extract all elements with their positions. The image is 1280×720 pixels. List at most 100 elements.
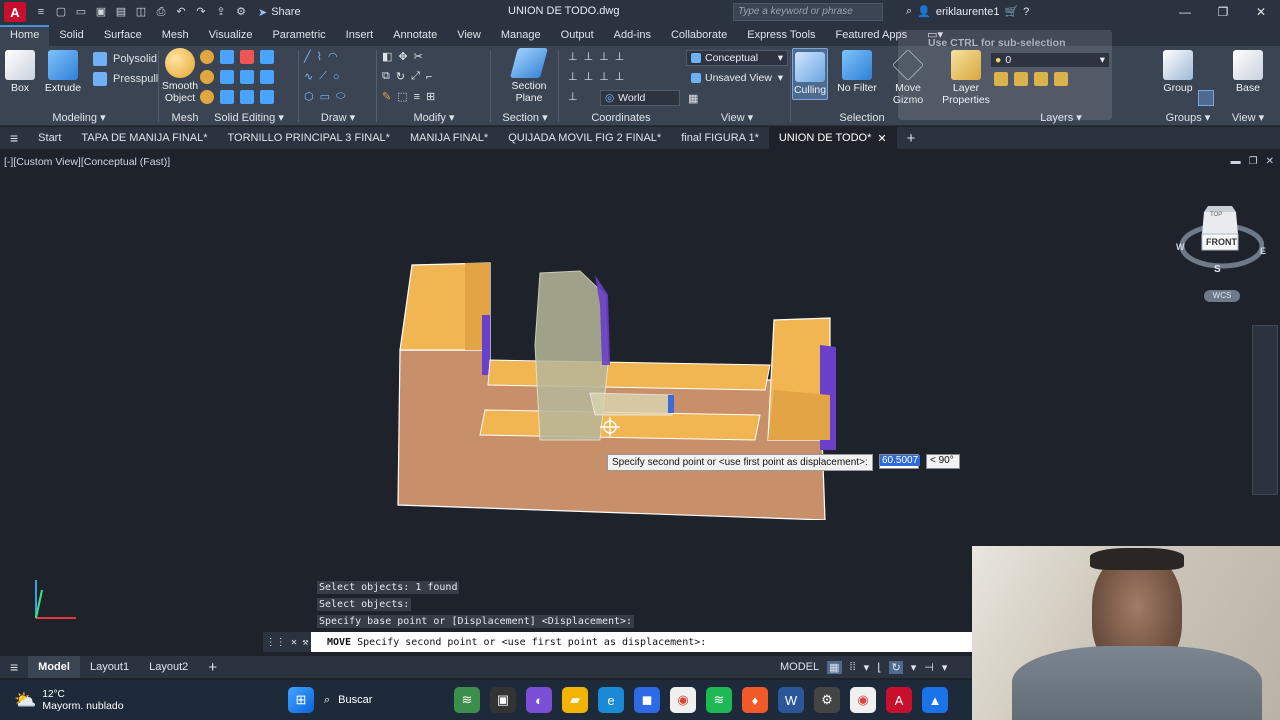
redo-icon[interactable]: ↷	[194, 5, 208, 19]
named-view-select[interactable]: Unsaved View ▾	[686, 70, 788, 86]
chrome-profile-icon[interactable]: ◉	[850, 687, 876, 713]
save-icon[interactable]: ▣	[94, 5, 108, 19]
move-icon[interactable]: ✥	[398, 50, 407, 63]
vp-minimize-icon[interactable]: ▬	[1231, 156, 1241, 167]
3dpoly-icon[interactable]: ⟋	[319, 70, 327, 83]
layout-menu-icon[interactable]: ≡	[0, 656, 28, 678]
print-icon[interactable]: ⎙	[154, 5, 168, 19]
chrome-icon[interactable]: ◉	[670, 687, 696, 713]
tab-addins[interactable]: Add-ins	[604, 25, 661, 46]
osnap-icon[interactable]: ⊣	[924, 661, 934, 674]
customize-icon[interactable]: ⚒	[302, 637, 308, 648]
widget-app-icon[interactable]: ≋	[454, 687, 480, 713]
tab-parametric[interactable]: Parametric	[262, 25, 335, 46]
spotify-icon[interactable]: ≋	[706, 687, 732, 713]
navigation-bar[interactable]	[1252, 325, 1278, 495]
weather-widget[interactable]: ⛅ 12°C Mayorm. nublado	[14, 689, 124, 712]
viewport-controls-label[interactable]: [-][Custom View][Conceptual (Fast)]	[4, 156, 170, 168]
tab-layout2[interactable]: Layout2	[139, 656, 198, 678]
menu-icon[interactable]: ≡	[34, 5, 48, 19]
polyline-icon[interactable]: ⌇	[317, 50, 322, 63]
file-tab[interactable]: MANIJA FINAL*	[400, 127, 498, 149]
share-drawing-icon[interactable]: ⇪	[214, 5, 228, 19]
3d-model[interactable]	[390, 255, 850, 520]
command-line[interactable]: ⋮⋮ ✕ ⚒ MOVE Specify second point or <use…	[263, 632, 972, 652]
shell-icon[interactable]	[260, 50, 274, 64]
layer-tool-icon[interactable]	[1034, 72, 1048, 86]
base-button[interactable]: Base	[1226, 50, 1270, 94]
interfere-icon[interactable]	[240, 50, 254, 64]
compass-e[interactable]: E	[1260, 246, 1266, 256]
task-view-icon[interactable]: ▣	[490, 687, 516, 713]
erase-icon[interactable]: ✎	[382, 90, 391, 103]
grid-icon[interactable]: ▦	[827, 660, 842, 674]
line-icon[interactable]: ╱	[304, 50, 311, 63]
ellipse-icon[interactable]: ⬭	[336, 90, 345, 103]
tab-mesh[interactable]: Mesh	[152, 25, 199, 46]
workspace-icon[interactable]: ⚙	[234, 5, 248, 19]
ucs-icon[interactable]: ⊥	[568, 50, 578, 63]
cube-front-label[interactable]: FRONT	[1206, 237, 1237, 247]
grip-icon[interactable]: ⋮⋮	[266, 637, 286, 648]
new-tab-button[interactable]: +	[897, 127, 926, 149]
open-icon[interactable]: ▭	[74, 5, 88, 19]
search-input[interactable]: Type a keyword or phrase	[733, 3, 883, 21]
file-tab-start[interactable]: Start	[28, 127, 71, 149]
fillet-icon[interactable]: ⌐	[426, 71, 432, 83]
new-icon[interactable]: ▢	[54, 5, 68, 19]
snap-icon[interactable]: ⁞⁞	[850, 661, 856, 673]
compass-s[interactable]: S	[1214, 264, 1221, 275]
ucs-y-icon[interactable]: ⊥	[599, 70, 609, 83]
autocad-taskbar-icon[interactable]: A	[886, 687, 912, 713]
file-tab[interactable]: QUIJADA MOVIL FIG 2 FINAL*	[498, 127, 671, 149]
extract-edges-icon[interactable]	[220, 70, 234, 84]
close-icon[interactable]: ✕	[291, 637, 297, 648]
union-icon[interactable]	[200, 50, 214, 64]
app-icon[interactable]: ▲	[922, 687, 948, 713]
cart-icon[interactable]: 🛒	[1004, 5, 1018, 18]
close-button[interactable]: ✕	[1242, 0, 1280, 24]
panel-title-section[interactable]: Section ▾	[492, 111, 558, 124]
edge-icon[interactable]: e	[598, 687, 624, 713]
ucs-object-icon[interactable]: ⊥	[584, 70, 594, 83]
tab-surface[interactable]: Surface	[94, 25, 152, 46]
ucs-select[interactable]: ◎ World	[600, 90, 680, 106]
ucs-origin-icon[interactable]: ⊥	[584, 50, 594, 63]
tab-annotate[interactable]: Annotate	[383, 25, 447, 46]
wcs-menu[interactable]: WCS	[1204, 290, 1240, 302]
layer-tool-icon[interactable]	[1014, 72, 1028, 86]
panel-title-modeling[interactable]: Modeling ▾	[0, 111, 158, 124]
layer-properties-button[interactable]: Layer Properties	[942, 50, 990, 106]
copy-icon[interactable]: ⧉	[382, 70, 390, 83]
ucs-face-icon[interactable]: ⊥	[568, 70, 578, 83]
mirror-icon[interactable]: ◧	[382, 50, 392, 63]
rotate-icon[interactable]: ↻	[396, 70, 405, 83]
model-space-toggle[interactable]: MODEL	[780, 661, 819, 673]
rectangle-icon[interactable]: ▭	[320, 90, 330, 103]
file-tab[interactable]: TORNILLO PRINCIPAL 3 FINAL*	[218, 127, 400, 149]
box-button[interactable]: Box	[0, 50, 40, 94]
share-button[interactable]: ➤ Share	[258, 6, 301, 19]
menu-icon[interactable]: ≡	[0, 127, 28, 149]
viewport-config-icon[interactable]: ▦	[688, 92, 698, 105]
layer-select[interactable]: ● 0 ▾	[990, 52, 1110, 68]
circle-icon[interactable]: ○	[333, 71, 340, 83]
file-tab-active[interactable]: UNION DE TODO* ✕	[768, 127, 897, 149]
ucs-named-icon[interactable]: ⊥	[568, 90, 578, 103]
tab-layout1[interactable]: Layout1	[80, 656, 139, 678]
maximize-button[interactable]: ❐	[1204, 0, 1242, 24]
fillet-edges-icon[interactable]	[220, 90, 234, 104]
copilot-icon[interactable]: ◐	[526, 687, 552, 713]
panel-title-view[interactable]: View ▾	[684, 111, 790, 124]
panel-title-view2[interactable]: View ▾	[1220, 111, 1276, 124]
close-tab-icon[interactable]: ✕	[877, 132, 886, 145]
extrude-button[interactable]: Extrude	[43, 50, 83, 94]
vp-restore-icon[interactable]: ❐	[1249, 156, 1258, 167]
user-menu[interactable]: ⌕ 👤 eriklaurente1 🛒 ?	[906, 5, 1029, 18]
tab-collaborate[interactable]: Collaborate	[661, 25, 737, 46]
imprint-icon[interactable]	[240, 70, 254, 84]
taper-faces-icon[interactable]	[260, 90, 274, 104]
polar-icon[interactable]: ↻	[889, 660, 903, 674]
stretch-icon[interactable]: ⤢	[411, 70, 420, 83]
trim-icon[interactable]: ✂	[414, 50, 423, 63]
